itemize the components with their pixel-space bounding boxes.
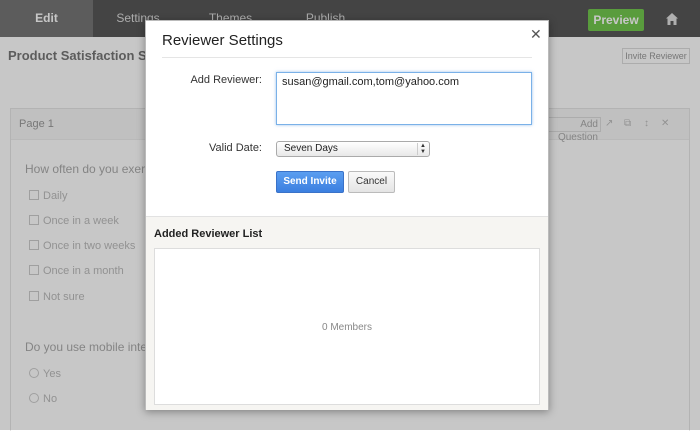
reviewer-count: 0 Members bbox=[321, 322, 372, 333]
dialog-title: Reviewer Settings bbox=[162, 32, 283, 49]
divider bbox=[162, 57, 532, 58]
valid-date-label: Valid Date: bbox=[209, 142, 262, 154]
close-icon[interactable]: ✕ bbox=[530, 26, 542, 43]
reviewer-emails-input[interactable]: susan@gmail.com,tom@yahoo.com bbox=[276, 72, 532, 125]
reviewer-settings-dialog: Reviewer Settings ✕ Add Reviewer: susan@… bbox=[145, 20, 549, 410]
reviewer-list-section: Added Reviewer List 0 Members bbox=[146, 216, 548, 410]
reviewer-list[interactable]: 0 Members bbox=[154, 248, 540, 405]
select-arrows-icon: ▲ ▼ bbox=[417, 143, 428, 155]
send-invite-button[interactable]: Send Invite bbox=[276, 171, 344, 193]
reviewer-list-heading: Added Reviewer List bbox=[154, 228, 263, 240]
valid-date-value: Seven Days bbox=[284, 143, 338, 154]
cancel-button[interactable]: Cancel bbox=[348, 171, 395, 193]
valid-date-select[interactable]: Seven Days ▲ ▼ bbox=[276, 141, 430, 157]
add-reviewer-label: Add Reviewer: bbox=[190, 74, 262, 86]
